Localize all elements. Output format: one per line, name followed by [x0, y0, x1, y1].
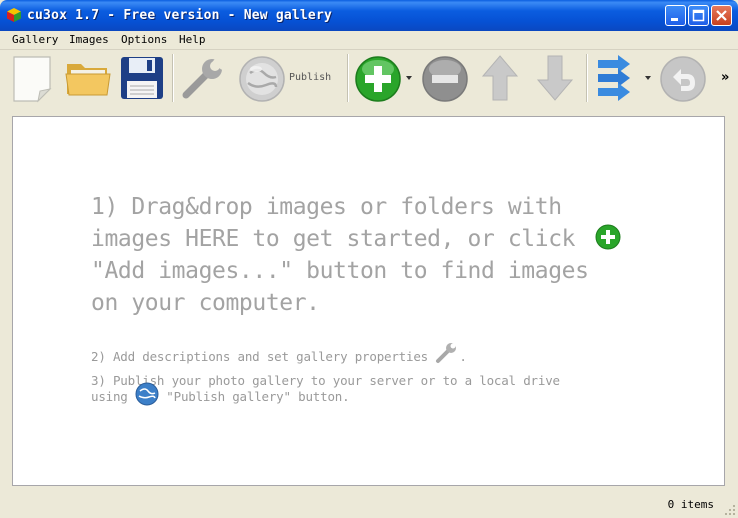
title-bar[interactable]: cu3ox 1.7 - Free version - New gallery	[0, 0, 738, 31]
step2-instructions: 2) Add descriptions and set gallery prop…	[91, 342, 467, 364]
transitions-dropdown-arrow[interactable]	[645, 76, 651, 80]
step1-line: 1) Drag&drop images or folders with	[91, 194, 562, 220]
step1-line: "Add images..." button to find images	[91, 258, 589, 284]
remove-image-button[interactable]	[421, 55, 469, 107]
step3-instructions: 3) Publish your photo gallery to your se…	[91, 373, 560, 388]
arrow-up-icon	[481, 55, 519, 101]
step1-instructions: 1) Drag&drop images or folders with imag…	[91, 191, 651, 319]
gallery-drop-area[interactable]: 1) Drag&drop images or folders with imag…	[12, 116, 725, 486]
new-gallery-button[interactable]	[12, 55, 54, 107]
globe-icon	[135, 382, 159, 405]
step1-line: images HERE to get started, or click	[91, 223, 651, 255]
save-gallery-button[interactable]	[119, 55, 165, 105]
properties-button[interactable]	[180, 55, 227, 105]
add-images-button[interactable]	[354, 55, 402, 107]
folder-icon	[65, 64, 111, 96]
wrench-icon	[182, 55, 227, 99]
move-up-button[interactable]	[481, 54, 519, 106]
add-dropdown-arrow[interactable]	[406, 76, 412, 80]
close-icon	[716, 10, 727, 21]
arrow-down-icon	[536, 55, 574, 101]
window-title: cu3ox 1.7 - Free version - New gallery	[27, 8, 333, 23]
menu-help[interactable]: Help	[179, 33, 206, 46]
globe-icon	[239, 56, 285, 102]
toolbar: Publish »	[0, 50, 738, 107]
resize-grip-icon[interactable]	[724, 504, 736, 516]
app-cube-icon	[7, 8, 21, 22]
undo-button[interactable]	[659, 55, 707, 107]
arrows-icon	[598, 55, 630, 101]
publish-label[interactable]: Publish	[289, 72, 331, 83]
plus-icon	[355, 56, 401, 102]
maximize-button[interactable]	[688, 5, 709, 26]
close-button[interactable]	[711, 5, 732, 26]
step3-continued: using "Publish gallery" button.	[91, 382, 350, 406]
menu-gallery[interactable]: Gallery	[12, 33, 58, 46]
menu-bar: Gallery Images Options Help	[0, 31, 738, 50]
step1-line: on your computer.	[91, 290, 320, 316]
wrench-icon	[436, 342, 457, 363]
transitions-button[interactable]	[596, 54, 636, 106]
menu-options[interactable]: Options	[121, 33, 167, 46]
undo-icon	[660, 56, 706, 102]
minimize-icon	[671, 18, 678, 21]
open-gallery-button[interactable]	[65, 58, 111, 102]
item-count-status: 0 items	[667, 498, 714, 511]
toolbar-more-button[interactable]: »	[721, 70, 729, 85]
move-down-button[interactable]	[536, 54, 574, 106]
maximize-icon	[692, 9, 705, 22]
minimize-button[interactable]	[665, 5, 686, 26]
new-document-icon	[13, 56, 52, 103]
menu-images[interactable]: Images	[69, 33, 109, 46]
plus-icon	[595, 224, 621, 249]
floppy-disk-icon	[121, 57, 163, 99]
minus-icon	[422, 56, 468, 102]
publish-button[interactable]	[238, 55, 286, 107]
